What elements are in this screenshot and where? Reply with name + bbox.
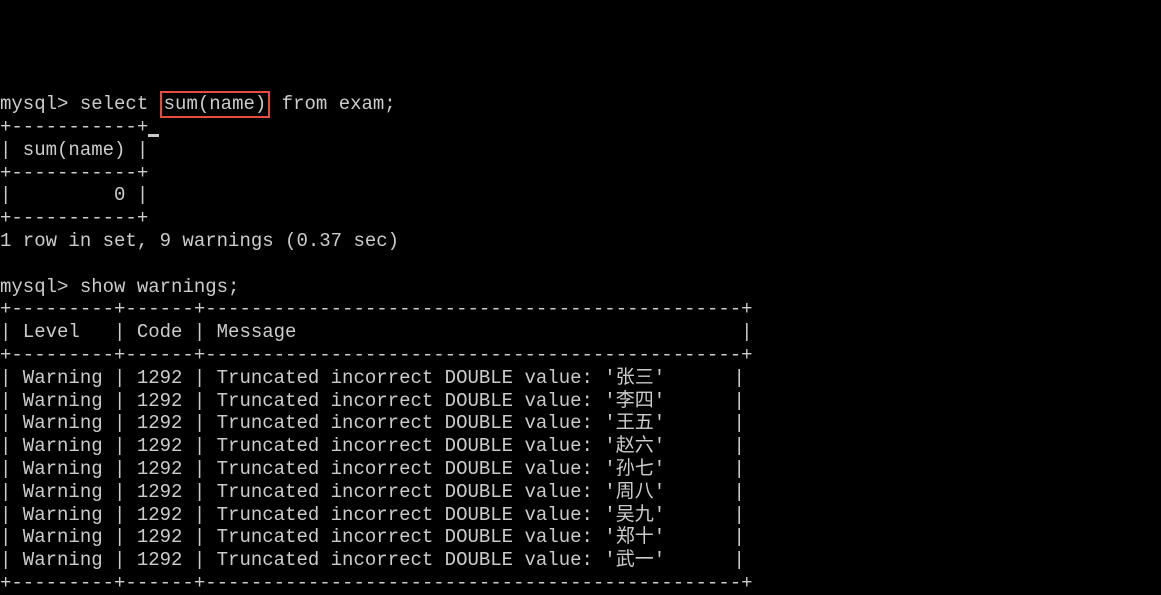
warning-row: | Warning | 1292 | Truncated incorrect D… [0,458,745,480]
highlight-box: sum(name) [160,91,271,118]
table-header: | sum(name) | [0,139,148,161]
cursor [148,134,159,137]
table-row: | 0 | [0,184,148,206]
warning-row: | Warning | 1292 | Truncated incorrect D… [0,549,745,571]
table-border: +---------+------+----------------------… [0,298,753,320]
table-border: +-----------+ [0,116,148,138]
warning-row: | Warning | 1292 | Truncated incorrect D… [0,526,745,548]
table-border: +-----------+ [0,207,148,229]
query-text-post: from exam; [270,93,395,115]
query-text: show warnings; [80,276,240,298]
table-header: | Level | Code | Message | [0,321,753,343]
table-border: +-----------+ [0,162,148,184]
terminal-prompt: mysql> [0,276,80,298]
warning-row: | Warning | 1292 | Truncated incorrect D… [0,435,745,457]
table-border: +---------+------+----------------------… [0,344,753,366]
warning-row: | Warning | 1292 | Truncated incorrect D… [0,504,745,526]
warning-row: | Warning | 1292 | Truncated incorrect D… [0,481,745,503]
table-border: +---------+------+----------------------… [0,572,753,594]
query-text-pre: select [80,93,160,115]
highlighted-text: sum(name) [164,93,267,115]
warning-row: | Warning | 1292 | Truncated incorrect D… [0,367,745,389]
result-status: 1 row in set, 9 warnings (0.37 sec) [0,230,399,252]
warning-row: | Warning | 1292 | Truncated incorrect D… [0,390,745,412]
terminal-prompt: mysql> [0,93,80,115]
warning-row: | Warning | 1292 | Truncated incorrect D… [0,412,745,434]
